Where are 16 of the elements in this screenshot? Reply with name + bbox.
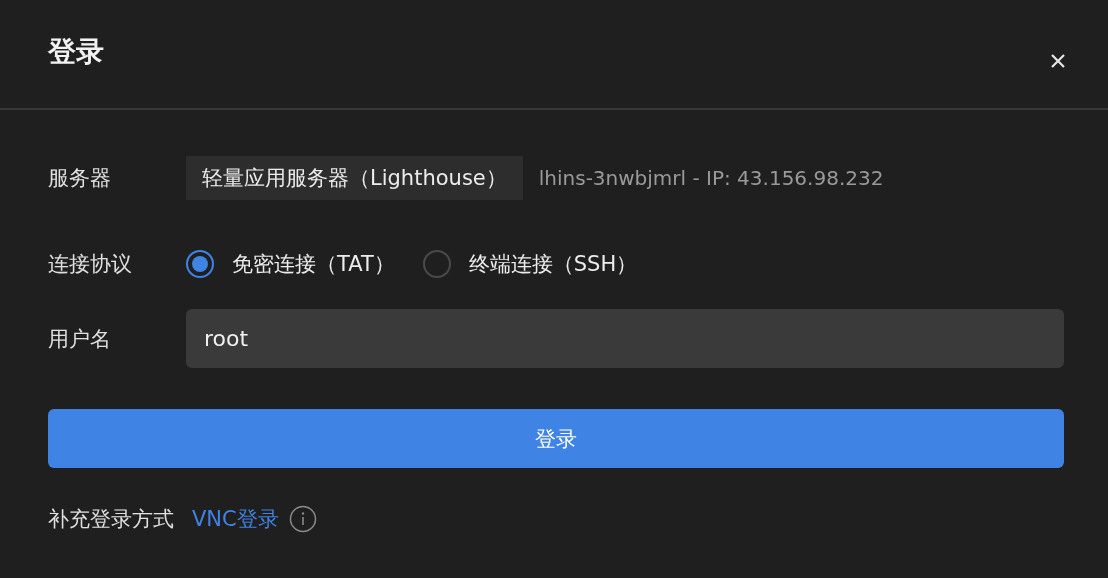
login-button[interactable]: 登录 bbox=[48, 409, 1064, 468]
dialog-title: 登录 bbox=[48, 34, 104, 70]
extra-login-label: 补充登录方式 bbox=[48, 506, 174, 533]
radio-option[interactable]: 免密连接（TAT） bbox=[186, 250, 395, 278]
field-label: 服务器 bbox=[48, 165, 112, 192]
radio-button[interactable] bbox=[186, 250, 214, 278]
field-label: 用户名 bbox=[48, 325, 112, 353]
server-type-tag: 轻量应用服务器（Lighthouse） bbox=[186, 156, 523, 200]
field-label: 连接协议 bbox=[48, 251, 133, 278]
close-icon[interactable] bbox=[1050, 53, 1066, 69]
username-field[interactable]: root bbox=[186, 309, 1064, 368]
radio-option[interactable]: 终端连接（SSH） bbox=[422, 250, 638, 278]
radio-button[interactable] bbox=[422, 250, 451, 278]
vnc-login-link[interactable]: VNC登录 bbox=[192, 505, 279, 533]
server-detail: lhins-3nwbjmrl - IP: 43.156.98.232 bbox=[538, 166, 884, 190]
info-icon[interactable] bbox=[288, 505, 317, 533]
